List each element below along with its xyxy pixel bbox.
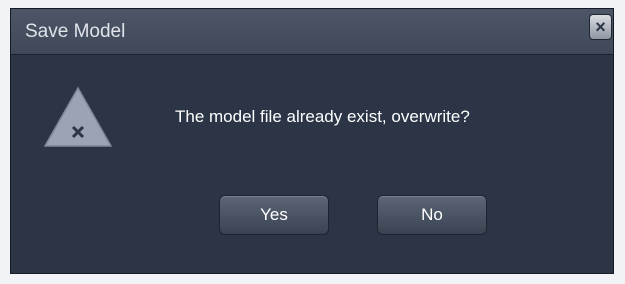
save-model-dialog: Save Model × The model file already exis… bbox=[10, 8, 614, 274]
close-icon: × bbox=[595, 17, 606, 37]
yes-button[interactable]: Yes bbox=[219, 195, 329, 235]
close-button[interactable]: × bbox=[589, 14, 612, 40]
dialog-message: The model file already exist, overwrite? bbox=[175, 107, 470, 126]
dialog-title: Save Model bbox=[25, 21, 126, 42]
no-button[interactable]: No bbox=[377, 195, 487, 235]
dialog-titlebar[interactable]: Save Model × bbox=[11, 9, 613, 55]
warning-triangle-icon bbox=[43, 86, 113, 147]
